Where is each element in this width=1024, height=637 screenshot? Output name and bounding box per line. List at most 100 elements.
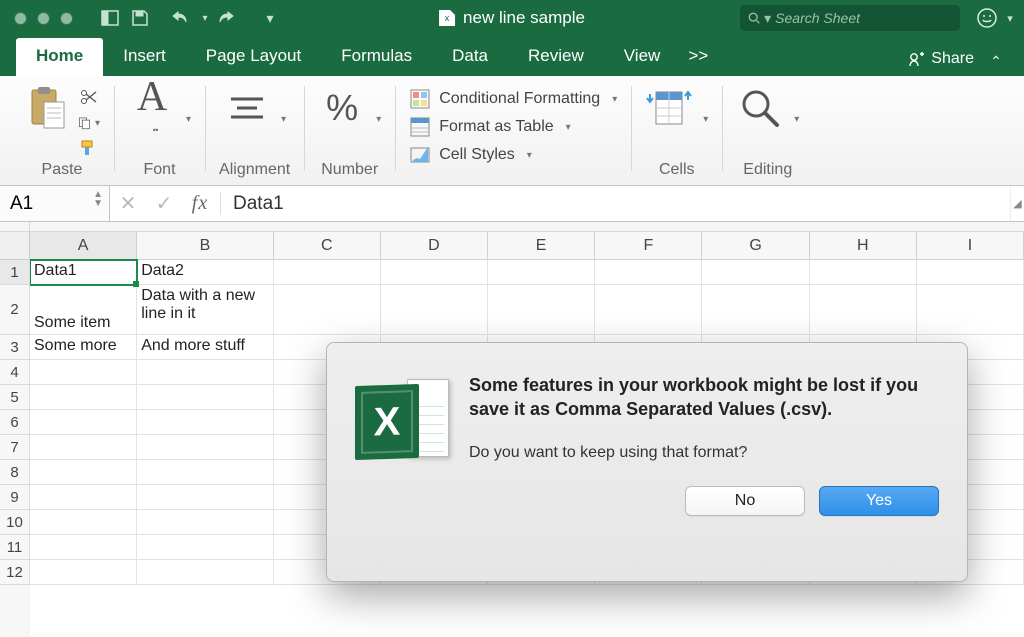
row-header[interactable]: 9: [0, 485, 30, 510]
expand-formula-bar[interactable]: ◢: [1010, 186, 1024, 221]
search-input[interactable]: [775, 10, 952, 26]
name-box[interactable]: A1 ▲▼: [0, 186, 110, 221]
accept-formula-button[interactable]: ✓: [146, 186, 182, 221]
tabs-overflow[interactable]: >>: [680, 38, 716, 76]
cell[interactable]: [30, 410, 137, 435]
redo-button[interactable]: [211, 3, 241, 33]
cell[interactable]: [381, 285, 488, 335]
editing-button[interactable]: [736, 84, 784, 132]
cut-button[interactable]: [78, 86, 100, 108]
column-header[interactable]: E: [488, 232, 595, 260]
row-header[interactable]: 10: [0, 510, 30, 535]
cell[interactable]: [30, 385, 137, 410]
tab-formulas[interactable]: Formulas: [321, 38, 432, 76]
feedback-smiley-icon[interactable]: [972, 7, 1002, 29]
tab-home[interactable]: Home: [16, 38, 103, 76]
row-header[interactable]: 4: [0, 360, 30, 385]
cell[interactable]: [30, 485, 137, 510]
row-header[interactable]: 3: [0, 335, 30, 360]
select-all-corner-strip[interactable]: [0, 222, 30, 231]
cell[interactable]: [917, 285, 1024, 335]
format-as-table-button[interactable]: Format as Table ▾: [409, 114, 617, 140]
cell[interactable]: [810, 285, 917, 335]
cell[interactable]: [137, 535, 273, 560]
insert-function-button[interactable]: fx: [182, 186, 218, 221]
minimize-window-icon[interactable]: [37, 12, 50, 25]
row-header[interactable]: 8: [0, 460, 30, 485]
alignment-button[interactable]: [223, 84, 271, 132]
tab-view[interactable]: View: [604, 38, 681, 76]
column-header[interactable]: H: [810, 232, 917, 260]
cell[interactable]: [30, 460, 137, 485]
cell-A2[interactable]: Some item: [30, 285, 137, 335]
toggle-sidebar-button[interactable]: [95, 3, 125, 33]
row-header[interactable]: 12: [0, 560, 30, 585]
row-header[interactable]: 11: [0, 535, 30, 560]
cell[interactable]: [137, 560, 273, 585]
cell[interactable]: [274, 285, 381, 335]
save-button[interactable]: [125, 3, 155, 33]
number-format-button[interactable]: %: [318, 84, 366, 132]
row-header[interactable]: 1: [0, 260, 30, 285]
cell[interactable]: [30, 510, 137, 535]
cell[interactable]: [917, 260, 1024, 285]
cell[interactable]: [137, 410, 273, 435]
formula-input[interactable]: Data1: [223, 186, 1010, 221]
tab-page-layout[interactable]: Page Layout: [186, 38, 321, 76]
cell[interactable]: [488, 285, 595, 335]
search-sheet-box[interactable]: ▾: [740, 5, 960, 31]
row-header[interactable]: 2: [0, 285, 30, 335]
column-header[interactable]: C: [274, 232, 381, 260]
column-header[interactable]: A: [30, 232, 137, 260]
cell[interactable]: [488, 260, 595, 285]
cell[interactable]: [595, 285, 702, 335]
cell-B2[interactable]: Data with a new line in it: [137, 285, 273, 335]
copy-button[interactable]: ▾: [78, 112, 100, 134]
cell-B1[interactable]: Data2: [137, 260, 273, 285]
close-window-icon[interactable]: [14, 12, 27, 25]
row-header[interactable]: 5: [0, 385, 30, 410]
row-header[interactable]: 6: [0, 410, 30, 435]
cell[interactable]: [274, 260, 381, 285]
yes-button[interactable]: Yes: [819, 486, 939, 516]
cell[interactable]: [30, 535, 137, 560]
no-button[interactable]: No: [685, 486, 805, 516]
cell[interactable]: [137, 485, 273, 510]
column-header[interactable]: D: [381, 232, 488, 260]
cell[interactable]: [381, 260, 488, 285]
column-header[interactable]: B: [137, 232, 273, 260]
row-header[interactable]: 7: [0, 435, 30, 460]
undo-dropdown[interactable]: ▾: [195, 3, 211, 33]
share-button[interactable]: Share: [897, 42, 984, 76]
cells-button[interactable]: [645, 84, 693, 132]
column-header[interactable]: I: [917, 232, 1024, 260]
quick-access-overflow[interactable]: ▾: [255, 3, 285, 33]
cell[interactable]: [702, 260, 809, 285]
feedback-dropdown[interactable]: ▾: [1002, 3, 1018, 33]
cell[interactable]: [810, 260, 917, 285]
cell[interactable]: [30, 560, 137, 585]
namebox-down-icon[interactable]: ▼: [93, 199, 103, 208]
cell-A3[interactable]: Some more: [30, 335, 137, 360]
tab-insert[interactable]: Insert: [103, 38, 186, 76]
cell[interactable]: [137, 435, 273, 460]
column-header[interactable]: G: [702, 232, 809, 260]
cell[interactable]: [30, 360, 137, 385]
cell[interactable]: [137, 385, 273, 410]
format-painter-button[interactable]: [78, 138, 100, 160]
cell-A1[interactable]: Data1: [30, 260, 137, 285]
tab-data[interactable]: Data: [432, 38, 508, 76]
cell[interactable]: [30, 435, 137, 460]
cell[interactable]: [137, 360, 273, 385]
collapse-ribbon-button[interactable]: ⌃: [984, 46, 1008, 76]
cancel-formula-button[interactable]: ✕: [110, 186, 146, 221]
paste-button[interactable]: [24, 84, 72, 132]
font-button[interactable]: A ..: [128, 84, 176, 132]
tab-review[interactable]: Review: [508, 38, 604, 76]
maximize-window-icon[interactable]: [60, 12, 73, 25]
cell[interactable]: [702, 285, 809, 335]
cell[interactable]: [137, 510, 273, 535]
cell[interactable]: [137, 460, 273, 485]
column-header[interactable]: F: [595, 232, 702, 260]
cell-styles-button[interactable]: Cell Styles ▾: [409, 142, 617, 168]
